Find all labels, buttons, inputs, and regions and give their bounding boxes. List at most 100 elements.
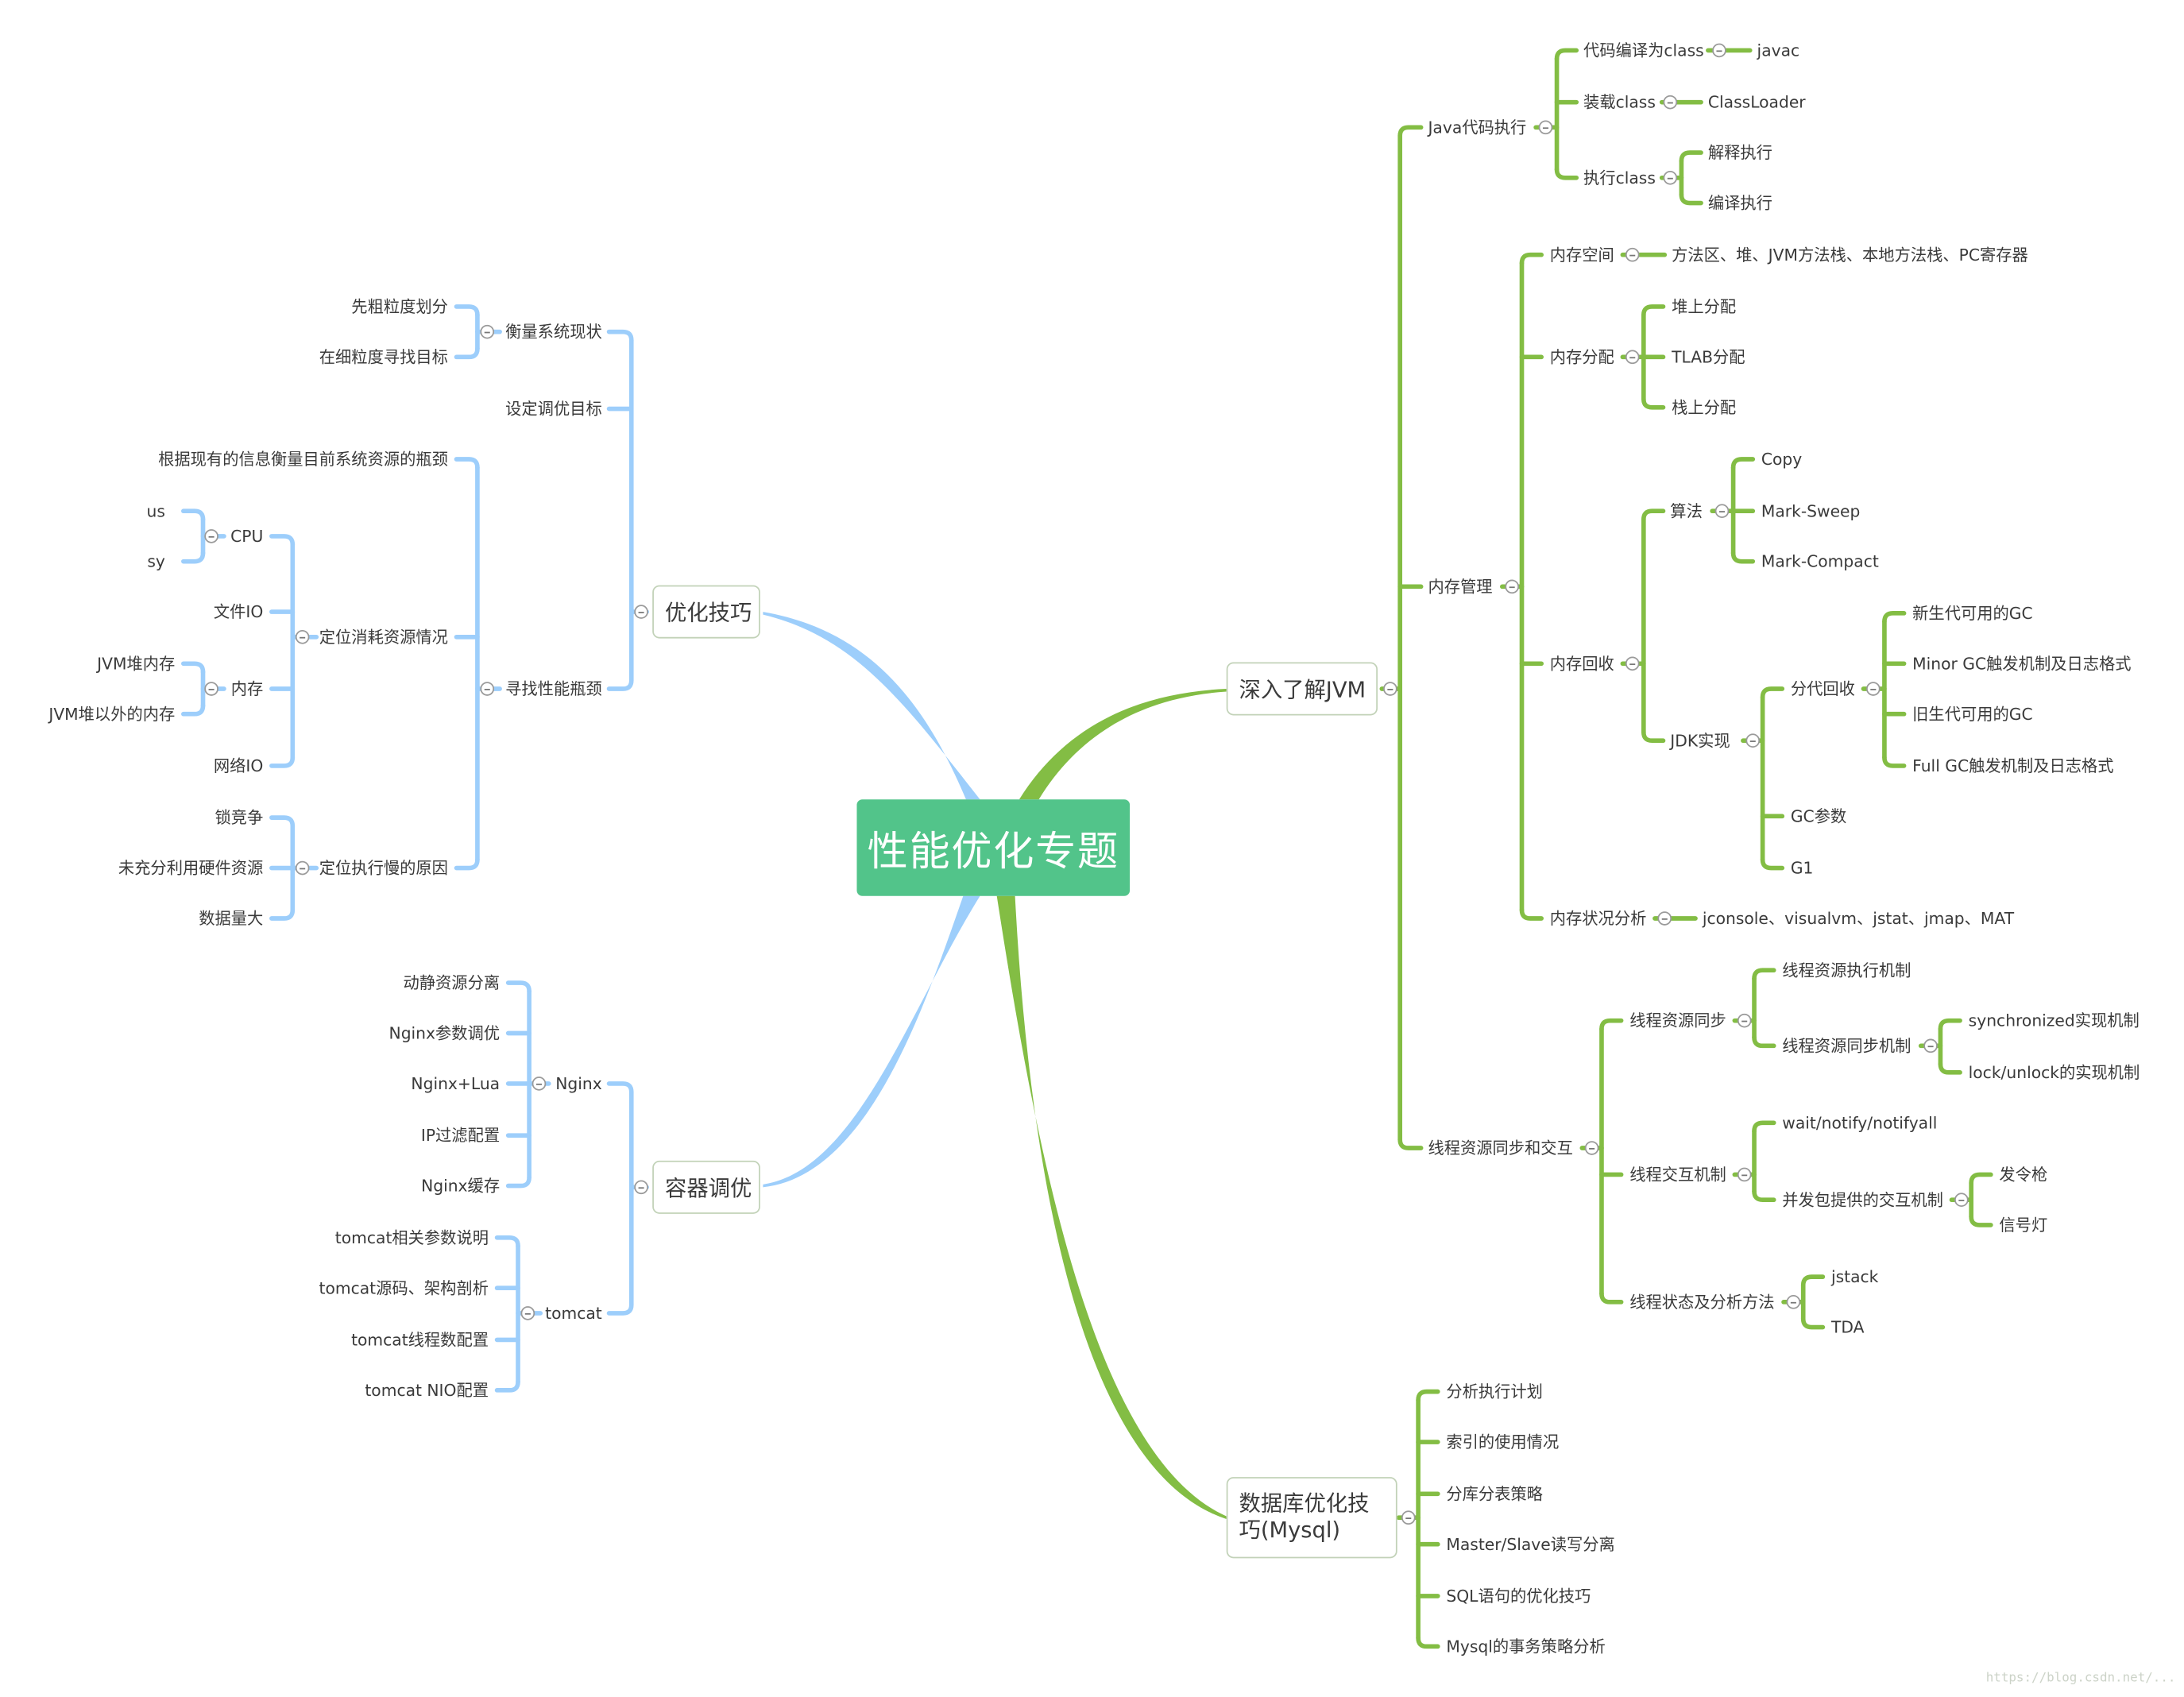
- topic-label[interactable]: 内存分配: [1550, 347, 1614, 367]
- leaf-label[interactable]: Mark-Compact: [1761, 551, 1879, 571]
- topic-label[interactable]: 线程资源同步机制: [1782, 1036, 1911, 1056]
- collapse-toggle-icon[interactable]: [520, 1306, 535, 1320]
- leaf-label[interactable]: 堆上分配: [1672, 297, 1736, 317]
- collapse-toggle-icon[interactable]: [204, 682, 218, 696]
- topic-label[interactable]: Nginx: [555, 1074, 602, 1094]
- leaf-label[interactable]: Minor GC触发机制及日志格式: [1912, 654, 2131, 674]
- leaf-label[interactable]: 编译执行: [1708, 193, 1772, 213]
- leaf-label[interactable]: Mysql的事务策略分析: [1446, 1637, 1605, 1656]
- leaf-label[interactable]: GC参数: [1791, 806, 1846, 826]
- topic-label[interactable]: Java代码执行: [1428, 118, 1526, 137]
- leaf-label[interactable]: synchronized实现机制: [1969, 1011, 2140, 1030]
- leaf-label[interactable]: lock/unlock的实现机制: [1969, 1063, 2140, 1083]
- topic-label[interactable]: 定位消耗资源情况: [319, 627, 448, 647]
- leaf-label[interactable]: jstack: [1831, 1267, 1878, 1287]
- topic-label[interactable]: 线程状态及分析方法: [1629, 1293, 1774, 1312]
- topic-label[interactable]: 寻找性能瓶颈: [505, 679, 602, 699]
- collapse-toggle-icon[interactable]: [1712, 43, 1726, 58]
- topic-database[interactable]: 数据库优化技巧(Mysql): [1226, 1477, 1397, 1559]
- root-topic[interactable]: 性能优化专题: [856, 799, 1131, 896]
- topic-label[interactable]: 代码编译为class: [1583, 41, 1704, 60]
- collapse-toggle-icon[interactable]: [1505, 579, 1519, 594]
- leaf-label[interactable]: 解释执行: [1708, 143, 1772, 163]
- collapse-toggle-icon[interactable]: [1663, 170, 1678, 185]
- collapse-toggle-icon[interactable]: [1714, 504, 1730, 519]
- topic-label[interactable]: 执行class: [1583, 168, 1656, 187]
- leaf-label[interactable]: 分库分表策略: [1446, 1484, 1543, 1504]
- collapse-toggle-icon[interactable]: [1786, 1295, 1801, 1309]
- topic-label[interactable]: 内存: [231, 679, 264, 699]
- topic-label[interactable]: tomcat: [545, 1304, 602, 1324]
- leaf-label[interactable]: 信号灯: [1999, 1216, 2047, 1235]
- collapse-toggle-icon[interactable]: [1625, 350, 1640, 365]
- topic-label[interactable]: 线程交互机制: [1629, 1165, 1726, 1185]
- collapse-toggle-icon[interactable]: [634, 1180, 648, 1195]
- leaf-label[interactable]: 在细粒度寻找目标: [319, 347, 448, 367]
- leaf-label[interactable]: 网络IO: [214, 756, 263, 776]
- collapse-toggle-icon[interactable]: [1954, 1193, 1969, 1208]
- topic-label[interactable]: 线程资源同步和交互: [1428, 1138, 1572, 1158]
- leaf-label[interactable]: Copy: [1761, 450, 1802, 470]
- topic-label[interactable]: JDK实现: [1670, 731, 1730, 751]
- leaf-label[interactable]: sy: [147, 551, 165, 571]
- leaf-label[interactable]: javac: [1757, 41, 1800, 60]
- collapse-toggle-icon[interactable]: [480, 682, 495, 696]
- collapse-toggle-icon[interactable]: [1625, 656, 1640, 671]
- topic-label[interactable]: CPU: [230, 527, 263, 547]
- topic-optimize[interactable]: 优化技巧: [652, 585, 760, 639]
- leaf-label[interactable]: TDA: [1831, 1317, 1864, 1337]
- leaf-label[interactable]: 方法区、堆、JVM方法栈、本地方法栈、PC寄存器: [1672, 245, 2028, 265]
- topic-label[interactable]: 内存状况分析: [1550, 909, 1647, 929]
- leaf-label[interactable]: tomcat相关参数说明: [335, 1227, 489, 1247]
- leaf-label[interactable]: Mark-Sweep: [1761, 501, 1861, 521]
- leaf-label[interactable]: 发令枪: [1999, 1165, 2047, 1185]
- topic-label[interactable]: 线程资源同步: [1629, 1011, 1726, 1030]
- leaf-label[interactable]: jconsole、visualvm、jstat、jmap、MAT: [1703, 909, 2014, 929]
- leaf-label[interactable]: 栈上分配: [1672, 397, 1736, 417]
- collapse-toggle-icon[interactable]: [480, 324, 495, 339]
- topic-label[interactable]: 并发包提供的交互机制: [1782, 1190, 1943, 1210]
- topic-jvm[interactable]: 深入了解JVM: [1226, 662, 1378, 716]
- topic-label[interactable]: 内存管理: [1428, 577, 1492, 597]
- leaf-label[interactable]: tomcat线程数配置: [351, 1330, 489, 1350]
- topic-label[interactable]: 内存回收: [1550, 654, 1614, 674]
- collapse-toggle-icon[interactable]: [1584, 1141, 1599, 1155]
- collapse-toggle-icon[interactable]: [1923, 1038, 1938, 1053]
- leaf-label[interactable]: tomcat NIO配置: [365, 1381, 489, 1401]
- leaf-label[interactable]: 未充分利用硬件资源: [118, 858, 263, 878]
- collapse-toggle-icon[interactable]: [1866, 682, 1881, 696]
- leaf-label[interactable]: 动静资源分离: [404, 973, 501, 993]
- collapse-toggle-icon[interactable]: [204, 529, 218, 543]
- leaf-label[interactable]: ClassLoader: [1708, 92, 1806, 112]
- collapse-toggle-icon[interactable]: [1625, 247, 1640, 262]
- leaf-label[interactable]: G1: [1791, 858, 1814, 878]
- leaf-label[interactable]: tomcat源码、架构剖析: [319, 1278, 489, 1298]
- topic-label[interactable]: 分代回收: [1791, 679, 1855, 699]
- topic-label[interactable]: 定位执行慢的原因: [319, 858, 448, 878]
- collapse-toggle-icon[interactable]: [1538, 120, 1553, 135]
- leaf-label[interactable]: JVM堆以外的内存: [48, 704, 175, 724]
- leaf-label[interactable]: 旧生代可用的GC: [1912, 704, 2032, 724]
- collapse-toggle-icon[interactable]: [1737, 1167, 1752, 1182]
- leaf-label[interactable]: IP过滤配置: [421, 1126, 500, 1146]
- topic-label[interactable]: 算法: [1670, 501, 1703, 521]
- topic-label[interactable]: 装载class: [1583, 92, 1656, 112]
- leaf-label[interactable]: 文件IO: [214, 602, 263, 622]
- collapse-toggle-icon[interactable]: [1401, 1510, 1416, 1525]
- leaf-label[interactable]: 分析执行计划: [1446, 1382, 1543, 1401]
- leaf-label[interactable]: wait/notify/notifyall: [1782, 1113, 1937, 1133]
- leaf-label[interactable]: 锁竞争: [215, 808, 263, 828]
- collapse-toggle-icon[interactable]: [1383, 682, 1397, 696]
- leaf-label[interactable]: Nginx参数调优: [389, 1023, 501, 1043]
- leaf-label[interactable]: 数据量大: [199, 909, 263, 929]
- collapse-toggle-icon[interactable]: [1657, 911, 1672, 926]
- leaf-label[interactable]: 先粗粒度划分: [351, 297, 448, 317]
- leaf-label[interactable]: 线程资源执行机制: [1782, 961, 1911, 980]
- collapse-toggle-icon[interactable]: [1737, 1013, 1752, 1028]
- leaf-label[interactable]: 新生代可用的GC: [1912, 604, 2032, 624]
- leaf-label[interactable]: SQL语句的优化技巧: [1446, 1587, 1591, 1606]
- leaf-label[interactable]: 根据现有的信息衡量目前系统资源的瓶颈: [158, 450, 448, 470]
- leaf-label[interactable]: Full GC触发机制及日志格式: [1912, 756, 2113, 776]
- leaf-label[interactable]: JVM堆内存: [97, 654, 175, 674]
- leaf-label[interactable]: Nginx+Lua: [411, 1074, 500, 1094]
